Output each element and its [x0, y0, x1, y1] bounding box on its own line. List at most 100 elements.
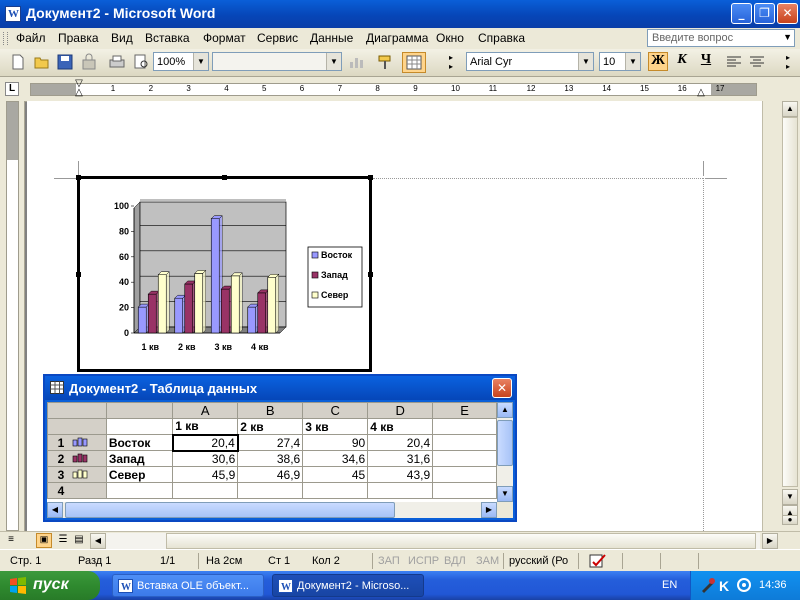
menu-grip[interactable]: [3, 32, 8, 45]
row-header[interactable]: 4: [47, 482, 107, 499]
chevron-down-icon[interactable]: ▼: [326, 53, 341, 70]
status-extend-selection[interactable]: ВДЛ: [444, 555, 466, 567]
menu-format[interactable]: Формат: [203, 31, 246, 45]
column-header-e[interactable]: E: [432, 402, 497, 419]
print-preview-icon[interactable]: [132, 53, 150, 71]
bar-Север[interactable]: [157, 274, 167, 334]
tray-tool-icon[interactable]: [700, 577, 716, 593]
select-all-cell[interactable]: [47, 402, 107, 419]
scroll-thumb[interactable]: [166, 533, 756, 549]
chevron-down-icon[interactable]: ▼: [625, 53, 640, 70]
cell[interactable]: [432, 418, 497, 435]
scroll-thumb[interactable]: [782, 117, 798, 487]
y-tick-label[interactable]: 60: [119, 252, 129, 262]
resize-handle[interactable]: [76, 175, 81, 180]
bar-Запад[interactable]: [184, 283, 194, 334]
reading-view-icon[interactable]: ▤: [72, 534, 86, 548]
chevron-down-icon[interactable]: ▼: [783, 32, 792, 42]
value-cell[interactable]: 34,6: [302, 450, 369, 467]
legend-swatch[interactable]: [311, 251, 319, 259]
permission-icon[interactable]: [80, 53, 98, 71]
status-record-macro[interactable]: ЗАП: [378, 555, 400, 567]
maximize-button[interactable]: ❐: [754, 3, 775, 24]
value-cell[interactable]: 45,9: [172, 466, 239, 483]
x-tick-label[interactable]: 4 кв: [251, 342, 269, 352]
value-cell[interactable]: 38,6: [237, 450, 304, 467]
category-cell[interactable]: 2 кв: [237, 418, 304, 435]
align-center-icon[interactable]: [748, 53, 766, 71]
print-layout-icon[interactable]: ▣: [36, 533, 52, 548]
bar-Запад[interactable]: [147, 293, 157, 334]
minimize-button[interactable]: _: [731, 3, 752, 24]
value-cell[interactable]: 27,4: [237, 434, 304, 451]
tab-selector[interactable]: L: [5, 82, 19, 96]
embedded-chart-frame[interactable]: 0 20 40 60 80 100 1 кв 2 кв 3 кв 4 кв Восток Запад С…: [77, 176, 372, 372]
scroll-thumb[interactable]: [65, 502, 395, 518]
font-name-select[interactable]: Arial Cyr ▼: [466, 52, 594, 71]
horizontal-ruler[interactable]: L 1 2 3 4 5 6 7 8 9 10 11 12 13 14 15 16 17 ▽ △ △: [0, 77, 800, 102]
ask-question-box[interactable]: Введите вопрос ▼: [647, 29, 795, 47]
series-label-cell[interactable]: [105, 482, 174, 499]
zoom-select[interactable]: 100% ▼: [153, 52, 209, 71]
bar-Север[interactable]: [194, 273, 204, 334]
y-tick-label[interactable]: 80: [119, 226, 129, 236]
y-tick-label[interactable]: 40: [119, 277, 129, 287]
column-header-blank[interactable]: [105, 402, 174, 419]
resize-handle[interactable]: [222, 175, 227, 180]
tray-keyboard-icon[interactable]: K: [718, 577, 734, 593]
save-icon[interactable]: [56, 53, 74, 71]
align-left-icon[interactable]: [725, 53, 743, 71]
category-cell[interactable]: 1 кв: [172, 418, 239, 435]
bar-Восток[interactable]: [137, 306, 147, 334]
right-indent-marker[interactable]: △: [696, 87, 706, 98]
vertical-ruler-strip[interactable]: [6, 101, 19, 531]
scroll-right-arrow[interactable]: ▶: [481, 502, 497, 518]
scroll-right-arrow[interactable]: ▶: [762, 533, 778, 549]
menu-view[interactable]: Вид: [111, 31, 133, 45]
scroll-up-arrow[interactable]: ▲: [782, 101, 798, 117]
y-tick-label[interactable]: 20: [119, 303, 129, 313]
x-tick-label[interactable]: 1 кв: [141, 342, 159, 352]
cell[interactable]: [105, 418, 174, 435]
value-cell[interactable]: 30,6: [172, 450, 239, 467]
active-cell[interactable]: 20,4: [171, 433, 239, 452]
bar-Восток[interactable]: [247, 306, 257, 334]
scroll-down-arrow[interactable]: ▼: [497, 486, 513, 502]
column-header-d[interactable]: D: [367, 402, 434, 419]
ruler-strip[interactable]: 1 2 3 4 5 6 7 8 9 10 11 12 13 14 15 16 17: [30, 83, 757, 96]
category-cell[interactable]: 3 кв: [302, 418, 369, 435]
status-language[interactable]: русский (Ро: [509, 555, 568, 567]
y-tick-label[interactable]: 100: [114, 201, 129, 211]
print-icon[interactable]: [108, 53, 126, 71]
value-cell[interactable]: [367, 482, 434, 499]
word-app-icon[interactable]: W: [5, 6, 21, 22]
datasheet-close-button[interactable]: ✕: [492, 378, 512, 398]
column-header-a[interactable]: A: [172, 402, 239, 419]
value-cell[interactable]: [432, 482, 497, 499]
bar-Запад[interactable]: [220, 288, 230, 334]
menu-edit[interactable]: Правка: [58, 31, 99, 45]
horizontal-scroll-track[interactable]: [106, 533, 760, 549]
row-header[interactable]: 2: [47, 450, 107, 467]
datasheet-horizontal-scrollbar[interactable]: ◀ ▶: [47, 502, 497, 518]
menu-data[interactable]: Данные: [310, 31, 353, 45]
document-vertical-scrollbar-track[interactable]: ▲ ▼ ▲ ●: [780, 101, 800, 531]
category-cell[interactable]: 4 кв: [367, 418, 434, 435]
datasheet-toggle-button[interactable]: [402, 52, 426, 73]
bar-side[interactable]: [166, 271, 170, 334]
value-cell[interactable]: [432, 466, 497, 483]
scroll-left-arrow[interactable]: ◀: [47, 502, 63, 518]
legend-entry[interactable]: Запад: [321, 270, 348, 280]
outline-view-icon[interactable]: ☰: [56, 534, 70, 548]
format-painter-icon[interactable]: [376, 53, 394, 71]
scroll-left-arrow[interactable]: ◀: [90, 533, 106, 549]
resize-handle[interactable]: [76, 272, 81, 277]
row-header[interactable]: 1: [47, 434, 107, 451]
taskbar-task-ole[interactable]: W Вставка OLE объект...: [112, 574, 264, 597]
row-header[interactable]: 3: [47, 466, 107, 483]
scroll-up-arrow[interactable]: ▲: [497, 402, 513, 418]
value-cell[interactable]: [432, 450, 497, 467]
bar-chart[interactable]: 0 20 40 60 80 100 1 кв 2 кв 3 кв 4 кв Восток Запад С…: [82, 181, 367, 367]
font-size-select[interactable]: 10 ▼: [599, 52, 641, 71]
bar-Восток[interactable]: [174, 297, 184, 334]
